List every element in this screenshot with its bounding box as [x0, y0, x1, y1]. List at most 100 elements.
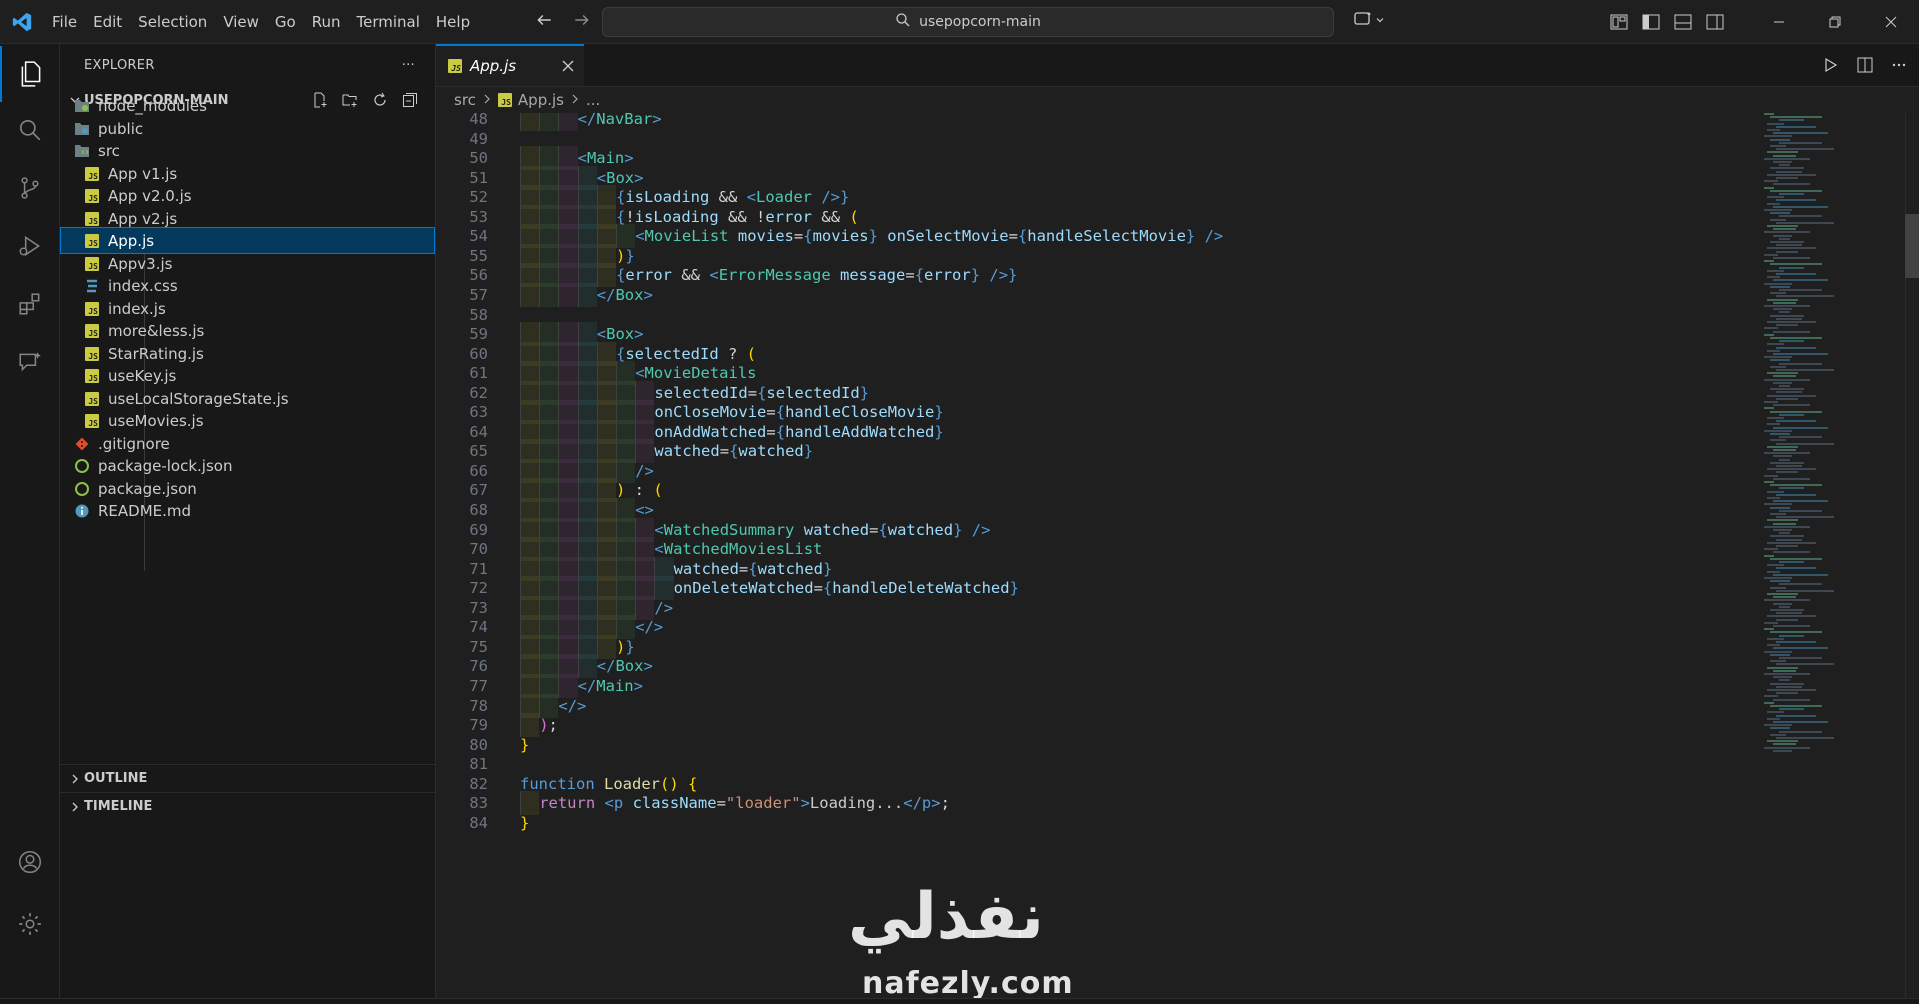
minimize-icon[interactable]	[1751, 0, 1807, 44]
minimap-line	[1767, 151, 1798, 154]
toggle-primary-sidebar-icon[interactable]	[1635, 0, 1667, 44]
minimap-line	[1773, 602, 1792, 605]
minimap-line	[1773, 228, 1796, 231]
back-arrow-icon[interactable]	[532, 8, 556, 32]
accounts-icon[interactable]	[0, 834, 60, 890]
menu-edit[interactable]: Edit	[85, 0, 130, 44]
menu-file[interactable]: File	[44, 0, 85, 44]
js-file-icon: JS	[448, 59, 462, 73]
minimap-line	[1770, 263, 1822, 266]
run-file-icon[interactable]	[1819, 52, 1843, 78]
minimap-line	[1767, 225, 1798, 227]
minimap-line	[1776, 177, 1798, 179]
minimap-line	[1773, 596, 1796, 599]
tree-item-label: more&less.js	[108, 321, 205, 340]
minimap-line	[1764, 577, 1792, 579]
forward-arrow-icon[interactable]	[570, 8, 594, 32]
command-center-search[interactable]: usepopcorn-main	[602, 7, 1334, 37]
breadcrumb-more[interactable]: ...	[586, 91, 600, 109]
tree-item-readme[interactable]: README.md	[60, 497, 435, 524]
minimap-line	[1779, 340, 1804, 343]
toggle-secondary-sidebar-icon[interactable]	[1699, 0, 1731, 44]
minimap-line	[1767, 717, 1780, 720]
minimap-line	[1764, 724, 1792, 727]
search-view-icon[interactable]	[0, 102, 60, 158]
customize-layout-icon[interactable]	[1603, 0, 1635, 44]
close-tab-icon[interactable]	[562, 57, 574, 76]
minimap-line	[1770, 461, 1804, 464]
minimap-line	[1764, 701, 1774, 704]
minimap-line	[1779, 385, 1790, 387]
minimap-line	[1776, 641, 1816, 643]
minimap-line	[1776, 714, 1816, 717]
tree-item-label: public	[98, 119, 144, 138]
vscode-logo-icon	[0, 0, 44, 44]
restore-icon[interactable]	[1807, 0, 1863, 44]
breadcrumb-file[interactable]: App.js	[518, 91, 564, 109]
settings-gear-icon[interactable]	[0, 896, 60, 952]
toggle-panel-icon[interactable]	[1667, 0, 1699, 44]
js-file-icon: JS	[84, 346, 100, 362]
close-window-icon[interactable]	[1863, 0, 1919, 44]
outline-section-header[interactable]: OUTLINE	[60, 764, 435, 792]
minimap-line	[1773, 279, 1828, 282]
source-control-icon[interactable]	[0, 160, 60, 216]
code-line[interactable]: 84}	[436, 811, 1756, 835]
tree-item-label: .gitignore	[98, 434, 170, 453]
split-editor-icon[interactable]	[1853, 52, 1877, 78]
tab-app-js[interactable]: JS App.js	[436, 44, 584, 86]
minimap-line	[1767, 372, 1798, 375]
menu-view[interactable]: View	[215, 0, 267, 44]
js-file-icon: JS	[84, 188, 100, 204]
minimap-line	[1773, 500, 1828, 503]
menu-run[interactable]: Run	[304, 0, 349, 44]
explorer-icon[interactable]	[0, 46, 60, 102]
scrollbar-thumb[interactable]	[1905, 214, 1919, 278]
menu-help[interactable]: Help	[428, 0, 478, 44]
minimap-line	[1767, 445, 1798, 448]
copilot-menu-button[interactable]	[1348, 8, 1390, 34]
js-badge: JS	[85, 346, 99, 361]
tree-item-label: App.js	[108, 231, 155, 250]
tree-item-label: index.js	[108, 299, 166, 318]
minimap-line	[1767, 666, 1798, 669]
editor-area: JS App.js src JS App.js ... 48 </NavBar>…	[436, 44, 1919, 998]
js-badge: JS	[85, 368, 99, 383]
menu-terminal[interactable]: Terminal	[349, 0, 428, 44]
minimap-line	[1776, 589, 1834, 592]
minimap-line	[1764, 429, 1792, 432]
minimap-line	[1770, 337, 1822, 339]
minimap-line	[1770, 705, 1822, 707]
minimap-line	[1770, 660, 1786, 663]
minimap-line	[1770, 733, 1786, 736]
minimap-line	[1779, 679, 1790, 682]
menu-selection[interactable]: Selection	[130, 0, 215, 44]
minimap-line	[1767, 564, 1784, 567]
timeline-section-header[interactable]: TIMELINE	[60, 792, 435, 820]
minimap-line	[1773, 749, 1792, 752]
minimap-line	[1767, 269, 1784, 272]
minimap-line	[1770, 580, 1790, 583]
extensions-icon[interactable]	[0, 276, 60, 332]
chat-icon[interactable]	[0, 334, 60, 390]
minimap-line	[1764, 113, 1774, 115]
more-actions-icon[interactable]: ···	[402, 58, 415, 73]
chevron-right-icon	[66, 773, 84, 785]
minimap-line	[1764, 746, 1810, 749]
minimap-line	[1764, 135, 1792, 138]
minimap-line	[1770, 433, 1790, 435]
minimap-line	[1779, 532, 1790, 535]
code-editor[interactable]: 48 </NavBar> 49 50 <Main> 51 <Box> 52 {isLoading…	[436, 113, 1756, 998]
more-actions-icon[interactable]	[1887, 52, 1911, 78]
minimap-line	[1770, 359, 1790, 362]
menu-go[interactable]: Go	[267, 0, 304, 44]
minimap-line	[1776, 538, 1802, 541]
watermark-arabic: نفذلي	[848, 880, 1044, 954]
js-file-icon: JS	[84, 301, 100, 317]
run-debug-icon[interactable]	[0, 218, 60, 274]
search-icon	[895, 12, 911, 32]
minimap[interactable]	[1760, 113, 1880, 998]
minimap-line	[1767, 615, 1816, 618]
breadcrumb-folder[interactable]: src	[454, 91, 476, 109]
minimap-line	[1773, 676, 1792, 679]
